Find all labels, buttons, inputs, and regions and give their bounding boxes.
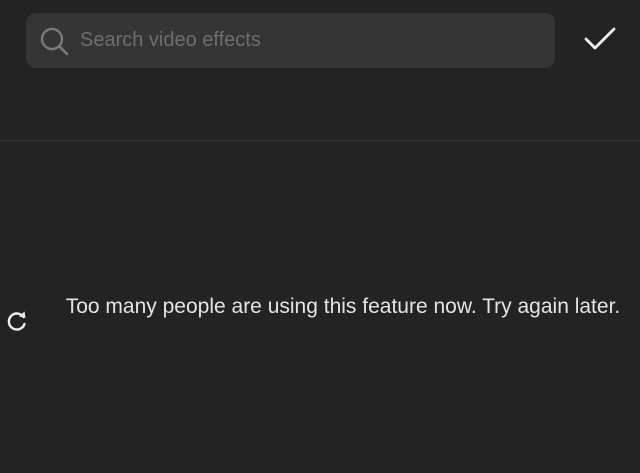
retry-button[interactable] [0, 308, 34, 338]
search-icon [38, 25, 70, 57]
refresh-icon [4, 308, 30, 339]
video-effects-screen: Too many people are using this feature n… [0, 0, 640, 473]
confirm-button[interactable] [578, 21, 622, 61]
divider [0, 140, 640, 141]
search-input[interactable] [70, 12, 555, 69]
search-bar[interactable] [26, 12, 555, 69]
error-message: Too many people are using this feature n… [65, 295, 621, 318]
checkmark-icon [583, 26, 617, 57]
